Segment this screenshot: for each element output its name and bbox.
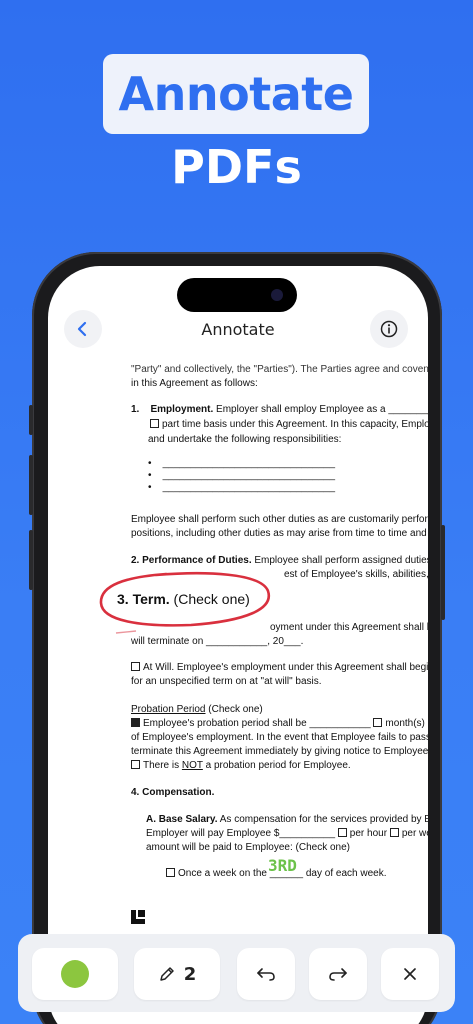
redo-icon — [329, 968, 347, 981]
pdf-document[interactable]: "Party" and collectively, the "Parties")… — [48, 364, 428, 964]
blank-line: _______________________________ — [162, 470, 336, 481]
doc-line: in this Agreement as follows: — [131, 378, 258, 389]
phone-screen: Annotate "Party" and collectively, the "… — [48, 266, 428, 1024]
selected-color-swatch — [61, 960, 89, 988]
salary-clause: A. Base Salary. As compensation for the … — [146, 814, 428, 825]
pen-size-button[interactable]: 2 — [134, 948, 220, 1000]
doc-line: for an unspecified term on at "at will" … — [131, 676, 322, 687]
annotation-toolbar: 2 — [18, 934, 455, 1012]
doc-line: Employee's probation period shall be ___… — [131, 718, 428, 729]
doc-line: amount will be paid to Employee: (Check … — [146, 842, 350, 853]
hero-title-box: Annotate — [103, 54, 369, 134]
doc-line: Employer will pay Employee $__________ p… — [146, 828, 428, 839]
performance-clause: 2. Performance of Duties. Employee shall… — [131, 555, 428, 566]
undo-icon — [257, 968, 275, 981]
color-picker-button[interactable] — [32, 948, 118, 1000]
doc-line: will terminate on ___________, 20___. — [131, 636, 304, 647]
close-button[interactable] — [381, 948, 439, 1000]
doc-text: part time basis under this Agreement. In… — [162, 419, 428, 430]
blank-line: _______________________________ — [162, 458, 336, 469]
bullet-item: • _______________________________ — [148, 482, 336, 493]
checkbox[interactable] — [150, 419, 159, 428]
pencil-icon — [159, 967, 174, 981]
doc-text: There is — [143, 760, 182, 771]
checkbox[interactable] — [131, 760, 140, 769]
dynamic-island — [177, 278, 297, 312]
doc-text: Employee's probation period shall be ___… — [143, 718, 371, 729]
handwritten-annotation[interactable]: 3RD — [268, 856, 297, 875]
doc-line: "Party" and collectively, the "Parties")… — [131, 364, 428, 375]
clause-text: Employee shall perform assigned duties a… — [254, 555, 428, 566]
blank-line: _______________________________ — [162, 482, 336, 493]
doc-text: (Check one) — [205, 704, 263, 715]
doc-line: There is NOT a probation period for Empl… — [131, 760, 351, 771]
hero-title: Annotate — [118, 67, 354, 121]
clause-heading: A. Base Salary. — [146, 814, 218, 825]
clause-heading: Employment. — [150, 404, 214, 415]
doc-line: Employee shall perform such other duties… — [131, 514, 428, 525]
doc-line: and undertake the following responsibili… — [148, 434, 342, 445]
red-circle-annotation[interactable] — [96, 569, 276, 635]
doc-line: positions, including other duties as may… — [131, 528, 428, 539]
phone-mute-switch — [29, 405, 33, 435]
close-icon — [404, 968, 416, 980]
doc-line: oyment under this Agreement shall begin — [270, 622, 428, 633]
hero-subtitle: PDFs — [171, 140, 302, 194]
checkbox[interactable] — [373, 718, 383, 727]
logo-mark-icon — [131, 910, 145, 924]
section-heading: Probation Period — [131, 704, 206, 715]
clause-text: Employer shall employ Employee as a ____… — [216, 404, 428, 415]
doc-text: NOT — [181, 760, 203, 771]
doc-text: At Will. Employee's employment under thi… — [143, 662, 428, 673]
doc-text: As compensation for the services provide… — [217, 814, 428, 825]
checkbox-checked[interactable] — [131, 718, 140, 727]
undo-button[interactable] — [237, 948, 295, 1000]
doc-line: part time basis under this Agreement. In… — [150, 419, 428, 430]
bullet-item: • _______________________________ — [148, 458, 336, 469]
info-button[interactable] — [370, 310, 408, 348]
doc-text: per week — [401, 828, 428, 839]
redo-button[interactable] — [309, 948, 367, 1000]
bullet-item: • _______________________________ — [148, 470, 336, 481]
probation-heading: Probation Period (Check one) — [131, 704, 263, 715]
clause-number: 1. — [131, 404, 140, 415]
doc-text: a probation period for Employee. — [202, 760, 351, 771]
doc-line: terminate this Agreement immediately by … — [131, 746, 428, 757]
doc-text: Employer will pay Employee $__________ — [146, 828, 336, 839]
phone-volume-down — [29, 530, 33, 590]
camera-icon — [271, 289, 283, 301]
doc-line: of Employee's employment. In the event t… — [131, 732, 428, 743]
clause-heading: 2. Performance of Duties. — [131, 555, 252, 566]
doc-text: per hour — [349, 828, 388, 839]
info-icon — [380, 320, 398, 338]
checkbox[interactable] — [166, 868, 175, 877]
doc-line: est of Employee's skills, abilities, tal… — [284, 569, 428, 580]
pen-size-value: 2 — [183, 963, 197, 985]
phone-volume-up — [29, 455, 33, 515]
doc-line: At Will. Employee's employment under thi… — [131, 662, 428, 673]
doc-text: month(s) — [385, 718, 425, 729]
checkbox[interactable] — [131, 662, 140, 671]
compensation-heading: 4. Compensation. — [131, 787, 215, 798]
checkbox[interactable] — [389, 828, 399, 837]
employment-clause: 1. Employment. Employer shall employ Emp… — [131, 404, 428, 415]
phone-power-button — [441, 525, 445, 620]
checkbox[interactable] — [337, 828, 347, 837]
